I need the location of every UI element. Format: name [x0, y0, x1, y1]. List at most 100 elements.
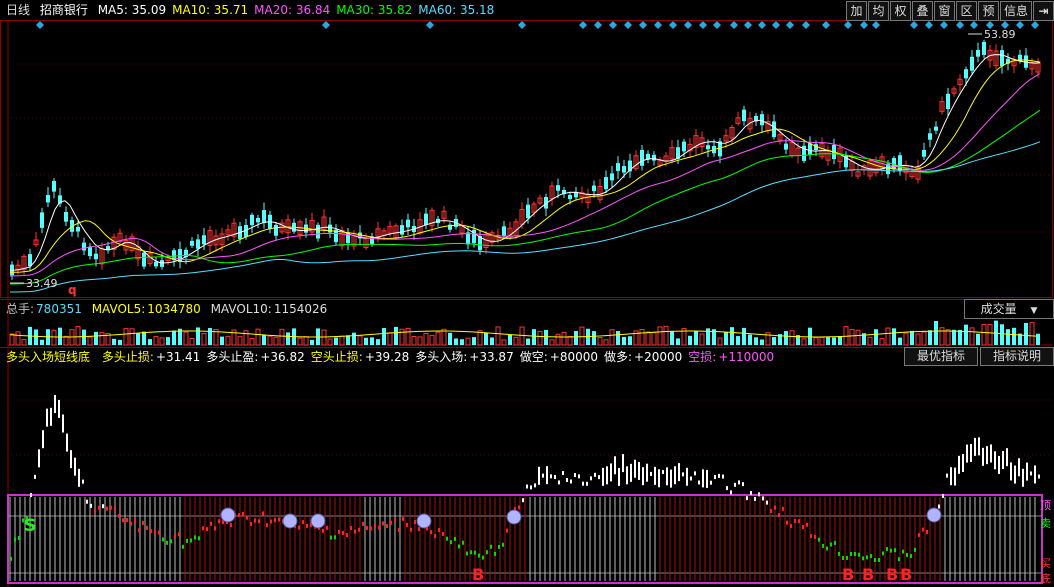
toolbar-button-alert[interactable]: 预	[978, 1, 999, 21]
volume-bar-down	[1036, 333, 1040, 345]
volume-bar-up	[537, 330, 543, 346]
oscillator-mark	[322, 528, 324, 533]
best-indicator-button[interactable]: 最优指标	[903, 347, 978, 366]
candle-down	[316, 224, 320, 239]
oscillator-mark	[406, 522, 408, 527]
oscillator-mark	[822, 543, 824, 548]
volume-bar-up	[417, 336, 423, 346]
side-label-buy: 买	[1040, 557, 1051, 570]
oscillator-mark	[550, 474, 552, 479]
oscillator-mark	[666, 467, 668, 486]
oscillator-mark	[518, 505, 520, 510]
oscillator-mark	[762, 496, 764, 501]
toolbar-button-overlay[interactable]: 叠	[912, 1, 933, 21]
signal-diamond	[36, 21, 44, 29]
oscillator-mark	[846, 555, 848, 560]
volume-bar-down	[208, 328, 212, 345]
oscillator-mark	[218, 519, 220, 524]
oscillator-mark	[502, 542, 504, 547]
volume-bar-up	[399, 328, 405, 346]
volume-bar-up	[237, 336, 243, 346]
candle-down	[760, 114, 764, 126]
oscillator-mark	[798, 519, 800, 524]
oscillator-mark	[242, 511, 244, 516]
oscillator-mark	[210, 521, 212, 526]
volume-bar-up	[657, 326, 663, 346]
volume-bar-down	[1006, 329, 1010, 345]
oscillator-mark	[598, 475, 600, 480]
volume-bar-down	[220, 336, 224, 345]
oscillator-mark	[654, 466, 656, 485]
volume-bar-up	[225, 335, 231, 346]
oscillator-mark	[498, 544, 500, 549]
toolbar-button-window[interactable]: 窗	[934, 1, 955, 21]
oscillator-mark	[790, 524, 792, 529]
oscillator-mark	[190, 538, 192, 543]
candle-down	[742, 109, 746, 122]
period-label: 日线	[6, 3, 31, 17]
candle-down	[154, 261, 158, 267]
oscillator-mark	[982, 447, 984, 466]
candle-down	[196, 239, 200, 249]
volume-bar-down	[376, 339, 380, 345]
oscillator-mark	[590, 476, 592, 481]
candle-down	[616, 163, 620, 171]
signal-diamond	[970, 21, 978, 29]
oscillator-mark	[950, 467, 952, 486]
oscillator-mark	[450, 540, 452, 545]
oscillator-mark	[534, 483, 536, 488]
oscillator-mark	[94, 509, 96, 514]
oscillator-mark	[774, 505, 776, 510]
oscillator-mark	[342, 530, 344, 535]
oscillator-mark	[402, 516, 404, 521]
oscillator-mark	[882, 551, 884, 556]
volume-bar-up	[129, 328, 135, 346]
volume-bar-up	[1029, 322, 1035, 346]
oscillator-mark	[1018, 458, 1020, 477]
oscillator-mark	[146, 525, 148, 530]
oscillator-mark	[250, 521, 252, 526]
oscillator-mark	[206, 527, 208, 532]
volume-header: 总手: 780351 MAVOL5: 1034780 MAVOL10: 1154026	[0, 299, 966, 318]
toolbar-button-range[interactable]: 区	[956, 1, 977, 21]
signal-diamond	[609, 21, 617, 29]
oscillator-mark	[1014, 465, 1016, 484]
candle-down	[76, 226, 80, 232]
volume-bar-up	[465, 337, 471, 346]
oscillator-mark	[658, 469, 660, 488]
indicator-help-button[interactable]: 指标说明	[979, 347, 1054, 366]
price-header: 日线 招商银行 MA5: 35.09 MA10: 35.71 MA20: 36.84…	[0, 0, 866, 20]
oscillator-mark	[54, 395, 56, 413]
volume-bar-up	[423, 332, 429, 346]
toolbar-button-rights[interactable]: 权	[890, 1, 911, 21]
oscillator-mark	[78, 468, 80, 487]
volume-bar-up	[21, 339, 27, 346]
volume-bar-down	[592, 331, 596, 345]
oscillator-mark	[474, 550, 476, 555]
signal-diamond	[426, 21, 434, 29]
buy-signal-b: B	[886, 565, 898, 584]
side-label-top: 顶	[1040, 499, 1051, 512]
oscillator-mark	[614, 456, 616, 475]
volume-bar-down	[670, 330, 674, 345]
oscillator-mark	[98, 505, 100, 510]
oscillator-mark	[418, 527, 420, 532]
oscillator-mark	[922, 527, 924, 532]
exit-icon[interactable]: ⇥	[1033, 1, 1054, 21]
candle-down	[256, 217, 260, 223]
indicator-item-label: 空损:	[688, 350, 717, 364]
volume-bar-down	[118, 339, 122, 345]
oscillator-mark	[338, 529, 340, 534]
toolbar-button-add[interactable]: 加	[846, 1, 867, 21]
ma-line	[9, 109, 1041, 285]
volume-indicator-dropdown[interactable]: 成交量 ▼	[964, 299, 1054, 319]
toolbar-button-average[interactable]: 均	[868, 1, 889, 21]
oscillator-mark	[202, 526, 204, 531]
candle-down	[64, 212, 68, 222]
volume-bar-up	[201, 333, 207, 346]
mavol5-label: MAVOL5:	[91, 302, 146, 316]
candle-down	[652, 154, 656, 161]
indicator-item-label: 多头止盈:	[206, 350, 259, 364]
toolbar-button-info[interactable]: 信息	[1000, 1, 1032, 21]
oscillator-mark	[246, 515, 248, 520]
